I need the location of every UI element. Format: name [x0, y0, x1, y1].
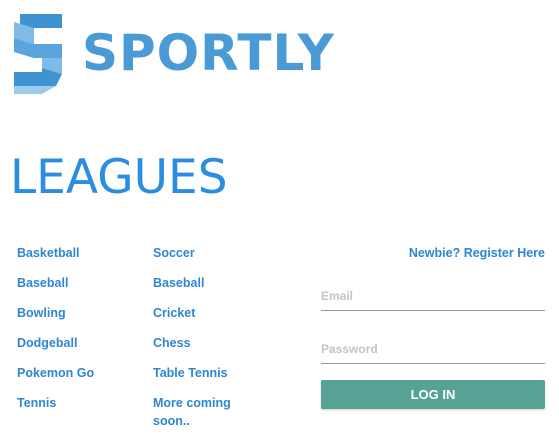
league-link-pokemon-go[interactable]: Pokemon Go	[17, 364, 137, 382]
league-link-baseball-2[interactable]: Baseball	[153, 274, 263, 292]
page: SPORTLY LEAGUES Basketball Baseball Bowl…	[0, 0, 559, 439]
brand-logo[interactable]: SPORTLY	[12, 14, 342, 96]
league-link-tennis[interactable]: Tennis	[17, 394, 137, 412]
page-title: LEAGUES	[10, 150, 228, 205]
register-link[interactable]: Newbie? Register Here	[409, 244, 545, 262]
league-link-dodgeball[interactable]: Dodgeball	[17, 334, 137, 352]
leagues-column-1: Basketball Baseball Bowling Dodgeball Po…	[17, 244, 137, 424]
league-link-table-tennis[interactable]: Table Tennis	[153, 364, 263, 382]
login-button[interactable]: LOG IN	[321, 380, 545, 409]
league-link-basketball[interactable]: Basketball	[17, 244, 137, 262]
league-link-cricket[interactable]: Cricket	[153, 304, 263, 322]
email-field[interactable]	[321, 282, 545, 311]
league-link-more-coming-soon[interactable]: More coming soon..	[153, 394, 263, 430]
password-field[interactable]	[321, 335, 545, 364]
league-link-soccer[interactable]: Soccer	[153, 244, 263, 262]
league-link-bowling[interactable]: Bowling	[17, 304, 137, 322]
brand-name: SPORTLY	[82, 24, 335, 82]
league-link-chess[interactable]: Chess	[153, 334, 263, 352]
leagues-column-2: Soccer Baseball Cricket Chess Table Tenn…	[153, 244, 263, 439]
sportly-s-logo-icon	[14, 14, 62, 94]
league-link-baseball[interactable]: Baseball	[17, 274, 137, 292]
